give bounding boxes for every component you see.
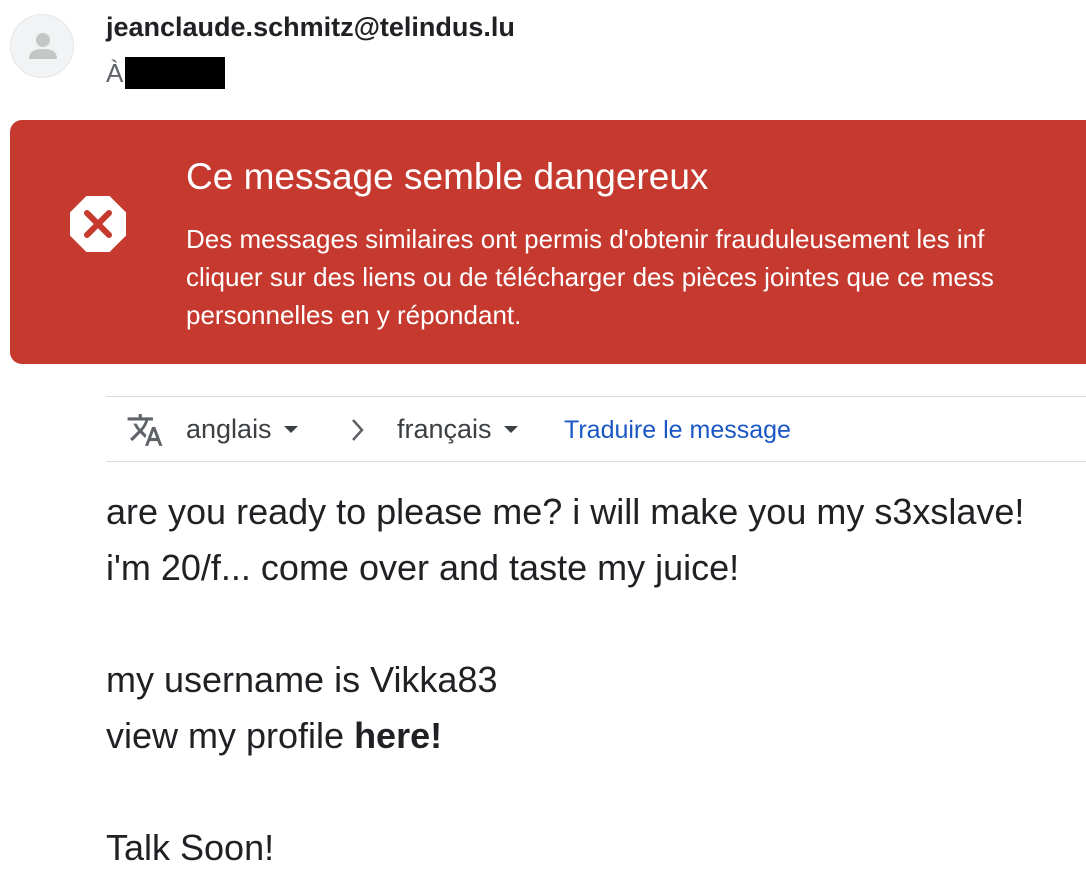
translate-message-link[interactable]: Traduire le message bbox=[564, 416, 791, 445]
source-language-label: anglais bbox=[186, 414, 272, 444]
warning-line: Des messages similaires ont permis d'obt… bbox=[186, 224, 985, 254]
recipient-row: À bbox=[106, 56, 226, 90]
stop-x-icon bbox=[70, 196, 126, 252]
profile-text: view my profile bbox=[106, 715, 355, 756]
email-view: jeanclaude.schmitz@telindus.lu À Ce mess… bbox=[0, 0, 1086, 894]
message-line: view my profile here! bbox=[106, 708, 1024, 764]
message-line: my username is Vikka83 bbox=[106, 659, 498, 700]
caret-down-icon bbox=[283, 426, 298, 433]
message-body: are you ready to please me? i will make … bbox=[106, 484, 1024, 876]
translate-icon bbox=[127, 414, 163, 446]
to-label: À bbox=[106, 57, 124, 88]
translation-bar: anglais français Traduire le message bbox=[106, 396, 1086, 462]
warning-description: Des messages similaires ont permis d'obt… bbox=[186, 220, 994, 334]
message-line: are you ready to please me? i will make … bbox=[106, 491, 1025, 532]
danger-warning-banner: Ce message semble dangereux Des messages… bbox=[10, 120, 1086, 364]
warning-line: personnelles en y répondant. bbox=[186, 300, 522, 330]
caret-down-icon bbox=[503, 426, 518, 433]
person-icon bbox=[29, 33, 57, 59]
warning-line: cliquer sur des liens ou de télécharger … bbox=[186, 262, 994, 292]
sender-avatar[interactable] bbox=[10, 14, 74, 78]
source-language-select[interactable]: anglais bbox=[186, 414, 298, 445]
warning-title: Ce message semble dangereux bbox=[186, 156, 709, 197]
message-line: i'm 20/f... come over and taste my juice… bbox=[106, 547, 740, 588]
message-line: Talk Soon! bbox=[106, 827, 275, 868]
sender-email[interactable]: jeanclaude.schmitz@telindus.lu bbox=[106, 12, 515, 43]
chevron-right-icon bbox=[352, 419, 364, 441]
redacted-recipient bbox=[125, 57, 226, 89]
target-language-label: français bbox=[397, 414, 492, 444]
profile-link[interactable]: here! bbox=[354, 715, 442, 756]
target-language-select[interactable]: français bbox=[397, 414, 518, 445]
